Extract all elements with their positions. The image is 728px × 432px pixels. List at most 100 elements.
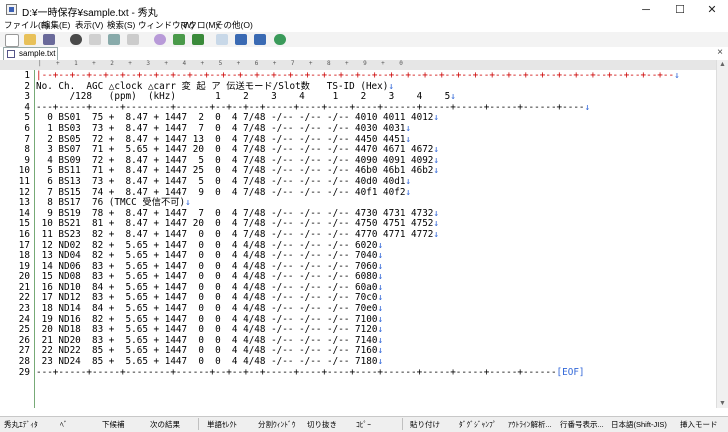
status-fkey-next-candidate[interactable]: 下候補 [102, 419, 125, 430]
line-content: ---+-----+-----+--------+------+--+--+--… [36, 366, 557, 378]
end-of-line-mark: ↓ [405, 186, 412, 198]
end-of-line-mark: ↓ [433, 228, 440, 240]
text-editor[interactable]: 1 |--+--+--+--+--+--+--+--+--+--+--+--+--… [0, 70, 716, 408]
copy-icon[interactable] [127, 34, 139, 45]
line-content: 9 BS19 78 + 8.47 + 1447 7 0 4 7/48 -/-- … [36, 207, 434, 219]
end-of-line-mark: ↓ [405, 122, 412, 134]
ruler-scale: | + 1 + 2 + 3 + 4 + 5 + 6 + 7 + 8 + 9 + … [38, 60, 403, 67]
document-icon [7, 50, 15, 58]
end-of-line-mark: ↓ [433, 112, 440, 124]
cut-icon[interactable] [108, 34, 120, 45]
line-content: 7 BS15 74 + 8.47 + 1447 9 0 4 7/48 -/-- … [36, 186, 406, 198]
menu-search[interactable]: 検索(S) [107, 19, 135, 31]
toolbar [0, 32, 728, 48]
status-fkey-1[interactable]: ﾍﾞ [60, 419, 68, 430]
window-icon[interactable] [235, 34, 247, 45]
scroll-down-icon[interactable]: ▼ [719, 400, 726, 407]
line-content: 11 BS23 82 + 8.47 + 1447 0 0 4 7/48 -/--… [36, 228, 434, 240]
end-of-line-mark: ↓ [377, 334, 384, 346]
end-of-line-mark: ↓ [674, 70, 680, 81]
line-number: 16 [18, 228, 30, 240]
status-fkey-split-window[interactable]: 分割ｳｨﾝﾄﾞｳ [258, 419, 296, 430]
line-content: 17 ND12 83 + 5.65 + 1447 0 0 4 4/48 -/--… [36, 292, 378, 304]
find-next-icon[interactable] [173, 34, 185, 45]
end-of-line-mark: ↓ [377, 260, 384, 272]
end-of-line-mark: ↓ [388, 80, 394, 92]
tab-close-icon[interactable]: × [717, 47, 723, 58]
end-of-line-mark: ↓ [405, 133, 412, 145]
open-folder-icon[interactable] [24, 34, 36, 45]
status-fkey-next-result[interactable]: 次の結果 [150, 419, 180, 430]
menu-bar: ファイル(F) 編集(E) 表示(V) 検索(S) ウィンドウ(W) マクロ(M… [0, 18, 728, 32]
line-content: 16 ND10 84 + 5.65 + 1447 0 0 4 4/48 -/--… [36, 281, 378, 293]
maximize-button[interactable]: ☐ [664, 0, 696, 20]
minimize-button[interactable]: ─ [630, 0, 662, 20]
line-number: 29 [18, 366, 30, 378]
status-separator [402, 418, 403, 430]
save-icon[interactable] [43, 34, 55, 45]
line-content: 1 BS03 73 + 8.47 + 1447 7 0 4 7/48 -/-- … [36, 122, 406, 134]
status-separator [198, 418, 199, 430]
vertical-scrollbar[interactable]: ▲ ▼ [716, 60, 728, 408]
line-content: 3 BS07 71 + 5.65 + 1447 20 0 4 7/48 -/--… [36, 144, 434, 156]
line-content: ---+-----+-----+--------+------+--+--+--… [36, 101, 585, 113]
line-text: ---+-----+-----+--------+------+--+--+--… [36, 366, 585, 379]
print-icon[interactable] [89, 34, 101, 45]
end-of-line-mark: ↓ [433, 154, 440, 166]
line-content: 12 ND02 82 + 5.65 + 1447 0 0 4 4/48 -/--… [36, 239, 378, 251]
end-of-line-mark: ↓ [433, 218, 440, 230]
status-fkey-line-numbers[interactable]: 行番号表示... [560, 419, 604, 430]
line-content: 5 BS11 71 + 8.47 + 1447 25 0 4 7/48 -/--… [36, 165, 434, 177]
status-fkey-cut[interactable]: 切り抜き [307, 419, 337, 430]
line-content: 6 BS13 73 + 8.47 + 1447 5 0 4 7/48 -/-- … [36, 175, 406, 187]
search-icon[interactable] [154, 34, 166, 45]
line-content: 14 ND06 83 + 5.65 + 1447 0 0 4 4/48 -/--… [36, 260, 378, 272]
end-of-line-mark: ↓ [433, 144, 440, 156]
end-of-line-mark: ↓ [377, 345, 384, 357]
end-of-line-mark: ↓ [377, 324, 384, 336]
tab-label: sample.txt [19, 49, 56, 58]
split-window-icon[interactable] [254, 34, 266, 45]
menu-view[interactable]: 表示(V) [75, 19, 103, 31]
tab-sample-txt[interactable]: sample.txt [3, 47, 58, 60]
grep-icon[interactable] [216, 34, 228, 45]
end-of-file-mark: [EOF] [556, 366, 585, 378]
line-content: 23 ND24 85 + 5.65 + 1447 0 0 4 4/48 -/--… [36, 356, 378, 368]
end-of-line-mark: ↓ [377, 250, 384, 262]
line-content: 22 ND22 85 + 5.65 + 1447 0 0 4 4/48 -/--… [36, 345, 378, 357]
new-file-icon[interactable] [5, 34, 19, 47]
status-fkey-paste[interactable]: 貼り付け [410, 419, 440, 430]
line-number: 11 [18, 175, 30, 187]
status-app-name: 秀丸ｴﾃﾞｨﾀ [4, 420, 38, 429]
line-content: |--+--+--+--+--+--+--+--+--+--+--+--+--+… [36, 70, 675, 81]
end-of-line-mark: ↓ [377, 303, 384, 315]
end-of-line-mark: ↓ [433, 165, 440, 177]
end-of-line-mark: ↓ [185, 197, 191, 209]
status-fkey-copy[interactable]: ｺﾋﾟｰ [356, 419, 371, 430]
line-content: 2 BS05 72 + 8.47 + 1447 13 0 4 7/48 -/--… [36, 133, 406, 145]
scroll-up-icon[interactable]: ▲ [719, 61, 726, 68]
end-of-line-mark: ↓ [377, 292, 384, 304]
undo-icon[interactable] [70, 34, 82, 45]
find-previous-icon[interactable] [192, 34, 204, 45]
line-content: 19 ND16 82 + 5.65 + 1447 0 0 4 4/48 -/--… [36, 313, 378, 325]
status-fkey-tag-jump[interactable]: ﾀﾞｸﾞｼﾞｬﾝﾌﾟ [459, 419, 497, 430]
end-of-line-mark: ↓ [433, 207, 440, 219]
end-of-line-mark: ↓ [377, 239, 384, 251]
hidemaru-app-icon [6, 4, 17, 15]
status-fkey-select-word[interactable]: 単語ｾﾚｸﾄ [207, 419, 237, 430]
menu-other[interactable]: その他(O) [215, 19, 253, 31]
line-content: No. Ch. AGC △clock △carr 変 起 ア 伝送モード/Slo… [36, 80, 389, 92]
window-title: D:¥一時保存¥sample.txt - 秀丸 [22, 8, 158, 19]
menu-edit[interactable]: 編集(E) [42, 19, 70, 31]
status-encoding[interactable]: 日本語(Shift-JIS) [611, 419, 667, 430]
globe-icon[interactable] [274, 34, 286, 45]
status-fkey-outline[interactable]: ｱｳﾄﾗｲﾝ解析... [508, 419, 552, 430]
end-of-line-mark: ↓ [377, 313, 384, 325]
close-button[interactable]: ✕ [696, 0, 728, 20]
menu-macro[interactable]: マクロ(M) [180, 19, 218, 31]
status-bar: 秀丸ｴﾃﾞｨﾀ ﾍﾞ 下候補 次の結果 単語ｾﾚｸﾄ 分割ｳｨﾝﾄﾞｳ 切り抜き… [0, 416, 728, 432]
line-content: 8 BS17 76 (TMCC 受信不可) [36, 197, 186, 209]
line-content: 13 ND04 82 + 5.65 + 1447 0 0 4 4/48 -/--… [36, 250, 378, 262]
status-insert-mode[interactable]: 挿入モード [680, 419, 718, 430]
